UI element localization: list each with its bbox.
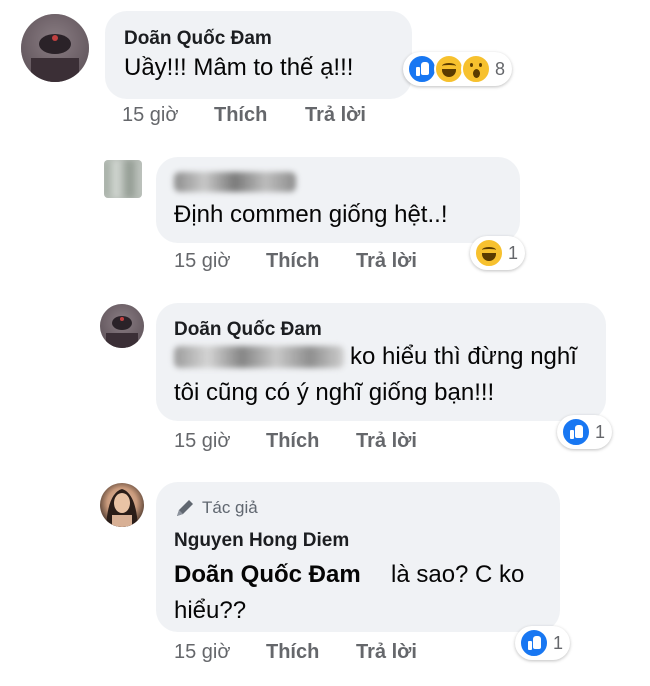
wow-icon <box>461 54 491 84</box>
haha-icon <box>474 238 504 268</box>
comment-author[interactable]: Doãn Quốc Đam <box>174 319 322 341</box>
reaction-summary[interactable]: 8 <box>403 52 513 86</box>
blurred-mention <box>174 346 344 368</box>
like-link[interactable]: Thích <box>214 104 267 127</box>
comment-time[interactable]: 15 giờ <box>174 430 230 453</box>
reaction-count: 1 <box>508 242 519 263</box>
avatar-photo-icon <box>21 14 89 82</box>
like-link[interactable]: Thích <box>266 641 319 664</box>
comment-author[interactable]: Doãn Quốc Đam <box>124 28 272 50</box>
reaction-count: 1 <box>553 632 564 653</box>
like-icon <box>561 417 591 447</box>
like-icon <box>407 54 437 84</box>
like-link[interactable]: Thích <box>266 250 319 273</box>
reaction-summary[interactable]: 1 <box>470 236 526 270</box>
reply-link[interactable]: Trả lời <box>356 430 417 453</box>
avatar-photo-icon <box>106 489 138 527</box>
blurred-avatar <box>104 160 142 198</box>
reaction-count: 8 <box>495 58 506 79</box>
reply-link[interactable]: Trả lời <box>305 104 366 127</box>
reply-link[interactable]: Trả lời <box>356 641 417 664</box>
comment-text: hiểu?? <box>174 597 247 624</box>
comment-time[interactable]: 15 giờ <box>174 250 230 273</box>
comment-text: là sao? C ko <box>391 561 525 588</box>
pencil-icon <box>177 500 193 516</box>
comment-text: Định commen giống hệt..! <box>174 201 448 228</box>
comment-text: tôi cũng có ý nghĩ giống bạn!!! <box>174 379 495 406</box>
avatar[interactable] <box>100 483 144 527</box>
comment-author[interactable]: Nguyen Hong Diem <box>174 530 349 552</box>
comment-time[interactable]: 15 giờ <box>122 104 178 127</box>
avatar[interactable] <box>100 304 144 348</box>
blurred-author-name <box>174 172 296 192</box>
reaction-summary[interactable]: 1 <box>515 626 571 660</box>
author-badge: Tác giả <box>202 498 258 517</box>
like-link[interactable]: Thích <box>266 430 319 453</box>
reaction-count: 1 <box>595 421 606 442</box>
haha-icon <box>434 54 464 84</box>
reaction-summary[interactable]: 1 <box>557 415 613 449</box>
mention-link[interactable]: Doãn Quốc Đam <box>174 558 361 592</box>
avatar[interactable] <box>104 160 142 198</box>
comment-time[interactable]: 15 giờ <box>174 641 230 664</box>
avatar[interactable] <box>21 14 89 82</box>
like-icon <box>519 628 549 658</box>
reply-link[interactable]: Trả lời <box>356 250 417 273</box>
comment-text: ko hiểu thì đừng nghĩ <box>350 343 577 370</box>
avatar-photo-icon <box>100 304 144 348</box>
comment-text: Uầy!!! Mâm to thế ạ!!! <box>124 54 354 81</box>
